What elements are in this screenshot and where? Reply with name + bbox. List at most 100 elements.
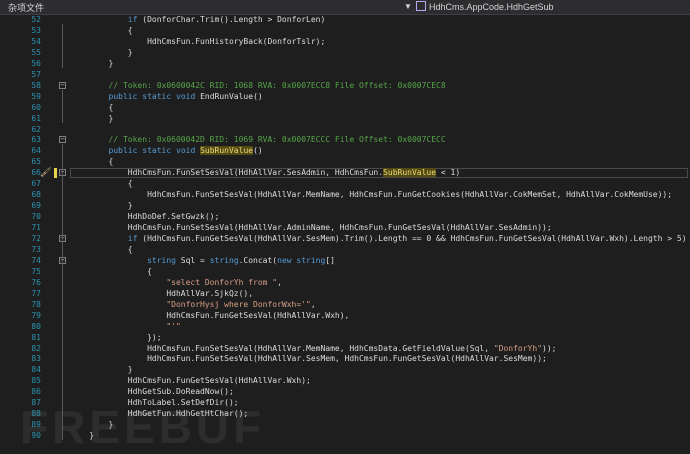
line-number: 52 [31, 15, 41, 24]
code-line[interactable]: 64 public static void SubRunValue() [0, 146, 690, 156]
code-line[interactable]: 53 { [0, 26, 690, 36]
line-number: 79 [31, 310, 41, 320]
code-text: HdhCmsFun.FunSetSesVal(HdhAllVar.SesAdmi… [70, 168, 461, 178]
code-line[interactable]: 86 HdhGetSub.DoReadNow(); [0, 387, 690, 397]
class-icon [416, 1, 426, 11]
code-text: "select DonforYh from ", [166, 277, 282, 287]
code-editor[interactable]: FREEBUF 52 if (DonforChar.Trim().Length … [0, 15, 690, 453]
line-number: 72 [31, 234, 41, 243]
title-bar: 杂项文件 ▼ HdhCms.AppCode.HdhGetSub [0, 0, 690, 15]
code-line[interactable]: 76 "select DonforYh from ", [0, 278, 690, 288]
code-text: } [70, 113, 114, 123]
code-text: { [70, 266, 152, 276]
code-text: HdhCmsFun.FunGetSesVal(HdhAllVar.Wxh), [70, 310, 350, 320]
code-line[interactable]: 69 } [0, 201, 690, 211]
code-line[interactable]: 88 HdhGetFun.HdhGetHtChar(); [0, 409, 690, 419]
line-number: 70 [31, 212, 41, 222]
code-line[interactable]: 61 } [0, 114, 690, 124]
line-number: 81 [31, 332, 41, 342]
code-text: HdhCmsFun.FunSetSesVal(HdhAllVar.MemName… [70, 190, 673, 200]
code-text: HdhCmsFun.FunHistoryBack(DonforTslr); [70, 36, 326, 46]
line-number: 69 [31, 201, 41, 211]
line-number: 90 [31, 431, 41, 441]
quick-actions-icon[interactable]: 🖌 [40, 168, 51, 178]
code-line[interactable]: 72− if (HdhCmsFun.FunGetSesVal(HdhAllVar… [0, 234, 690, 244]
line-number: 55 [31, 47, 41, 57]
code-line[interactable]: 65 { [0, 157, 690, 167]
code-line[interactable]: 85 HdhCmsFun.FunGetSesVal(HdhAllVar.Wxh)… [0, 376, 690, 386]
code-line[interactable]: 79 HdhCmsFun.FunGetSesVal(HdhAllVar.Wxh)… [0, 311, 690, 321]
code-text: if (DonforChar.Trim().Length > DonforLen… [127, 15, 326, 24]
code-line[interactable]: 77 HdhAllVar.SjkQz(), [0, 289, 690, 299]
line-number: 86 [31, 387, 41, 397]
line-number: 56 [31, 58, 41, 68]
code-text: public static void EndRunValue() [108, 91, 263, 101]
code-line[interactable]: 83 HdhCmsFun.FunSetSesVal(HdhAllVar.SesM… [0, 354, 690, 364]
code-line[interactable]: 74− string Sql = string.Concat(new strin… [0, 256, 690, 266]
line-number: 59 [31, 91, 41, 101]
code-text: } [70, 365, 133, 375]
code-line[interactable]: 68 HdhCmsFun.FunSetSesVal(HdhAllVar.MemN… [0, 190, 690, 200]
code-line[interactable]: 90 } [0, 431, 690, 441]
line-number: 60 [31, 102, 41, 112]
line-number: 88 [31, 409, 41, 419]
line-number: 67 [31, 179, 41, 189]
code-line[interactable]: 56 } [0, 59, 690, 69]
code-text: { [70, 25, 133, 35]
code-text: } [70, 58, 114, 68]
code-line[interactable]: 70 HdhDoDef.SetGwzk(); [0, 212, 690, 222]
code-line[interactable]: 71 HdhCmsFun.FunSetSesVal(HdhAllVar.Admi… [0, 223, 690, 233]
line-number: 82 [31, 343, 41, 353]
code-text: HdhGetSub.DoReadNow(); [70, 387, 234, 397]
code-line[interactable]: 52 if (DonforChar.Trim().Length > Donfor… [0, 15, 690, 25]
code-line[interactable]: 57 [0, 70, 690, 80]
code-line[interactable]: 89 } [0, 420, 690, 430]
code-line[interactable]: 75 { [0, 267, 690, 277]
code-line[interactable]: 78 "DonforHysj where DonforWxh='", [0, 300, 690, 310]
collapse-icon[interactable]: − [59, 136, 66, 144]
line-number: 65 [31, 157, 41, 167]
code-line[interactable]: 67 { [0, 179, 690, 189]
code-line[interactable]: 60 { [0, 103, 690, 113]
member-dropdown[interactable]: HdhCms.AppCode.HdhGetSub [416, 0, 554, 14]
line-number: 83 [31, 354, 41, 364]
line-number: 73 [31, 244, 41, 254]
code-line[interactable]: 66− HdhCmsFun.FunSetSesVal(HdhAllVar.Ses… [0, 168, 690, 179]
line-number: 78 [31, 299, 41, 309]
code-line[interactable]: 81 }); [0, 333, 690, 343]
line-number: 54 [31, 36, 41, 46]
collapse-icon[interactable]: − [59, 81, 66, 89]
code-text: if (HdhCmsFun.FunGetSesVal(HdhAllVar.Ses… [127, 234, 687, 243]
line-number: 87 [31, 398, 41, 408]
chevron-down-icon[interactable]: ▼ [404, 0, 414, 14]
code-text: "DonforHysj where DonforWxh='", [166, 299, 316, 309]
line-number: 62 [31, 124, 41, 134]
line-number: 75 [31, 266, 41, 276]
code-text: HdhDoDef.SetGwzk(); [70, 212, 220, 222]
code-line[interactable]: 59 public static void EndRunValue() [0, 92, 690, 102]
line-number: 84 [31, 365, 41, 375]
code-line[interactable]: 87 HdhToLabel.SetDefDir(); [0, 398, 690, 408]
code-line[interactable]: 73 { [0, 245, 690, 255]
code-line[interactable]: 58 − // Token: 0x0600042C RID: 1068 RVA: … [0, 81, 690, 91]
code-line[interactable]: 82 HdhCmsFun.FunSetSesVal(HdhAllVar.MemN… [0, 344, 690, 354]
code-text: "'" [166, 321, 181, 331]
member-dropdown-label: HdhCms.AppCode.HdhGetSub [429, 2, 554, 12]
code-line[interactable]: 54 HdhCmsFun.FunHistoryBack(DonforTslr); [0, 37, 690, 47]
line-number: 68 [31, 190, 41, 200]
fold-guide [62, 89, 63, 123]
line-number: 80 [31, 321, 41, 331]
line-number: 77 [31, 288, 41, 298]
code-text: { [70, 179, 133, 189]
misc-files-label: 杂项文件 [8, 3, 45, 13]
code-line[interactable]: 80 "'" [0, 322, 690, 332]
code-line[interactable]: 84 } [0, 365, 690, 375]
code-line[interactable]: 55 } [0, 48, 690, 58]
code-text: } [70, 47, 133, 57]
code-text: string Sql = string.Concat(new string[] [147, 255, 335, 265]
line-number: 74 [31, 255, 41, 265]
code-line[interactable]: 62 [0, 125, 690, 135]
code-text: } [70, 201, 133, 211]
code-line[interactable]: 63 − // Token: 0x0600042D RID: 1069 RVA: … [0, 135, 690, 145]
line-number: 53 [31, 25, 41, 35]
